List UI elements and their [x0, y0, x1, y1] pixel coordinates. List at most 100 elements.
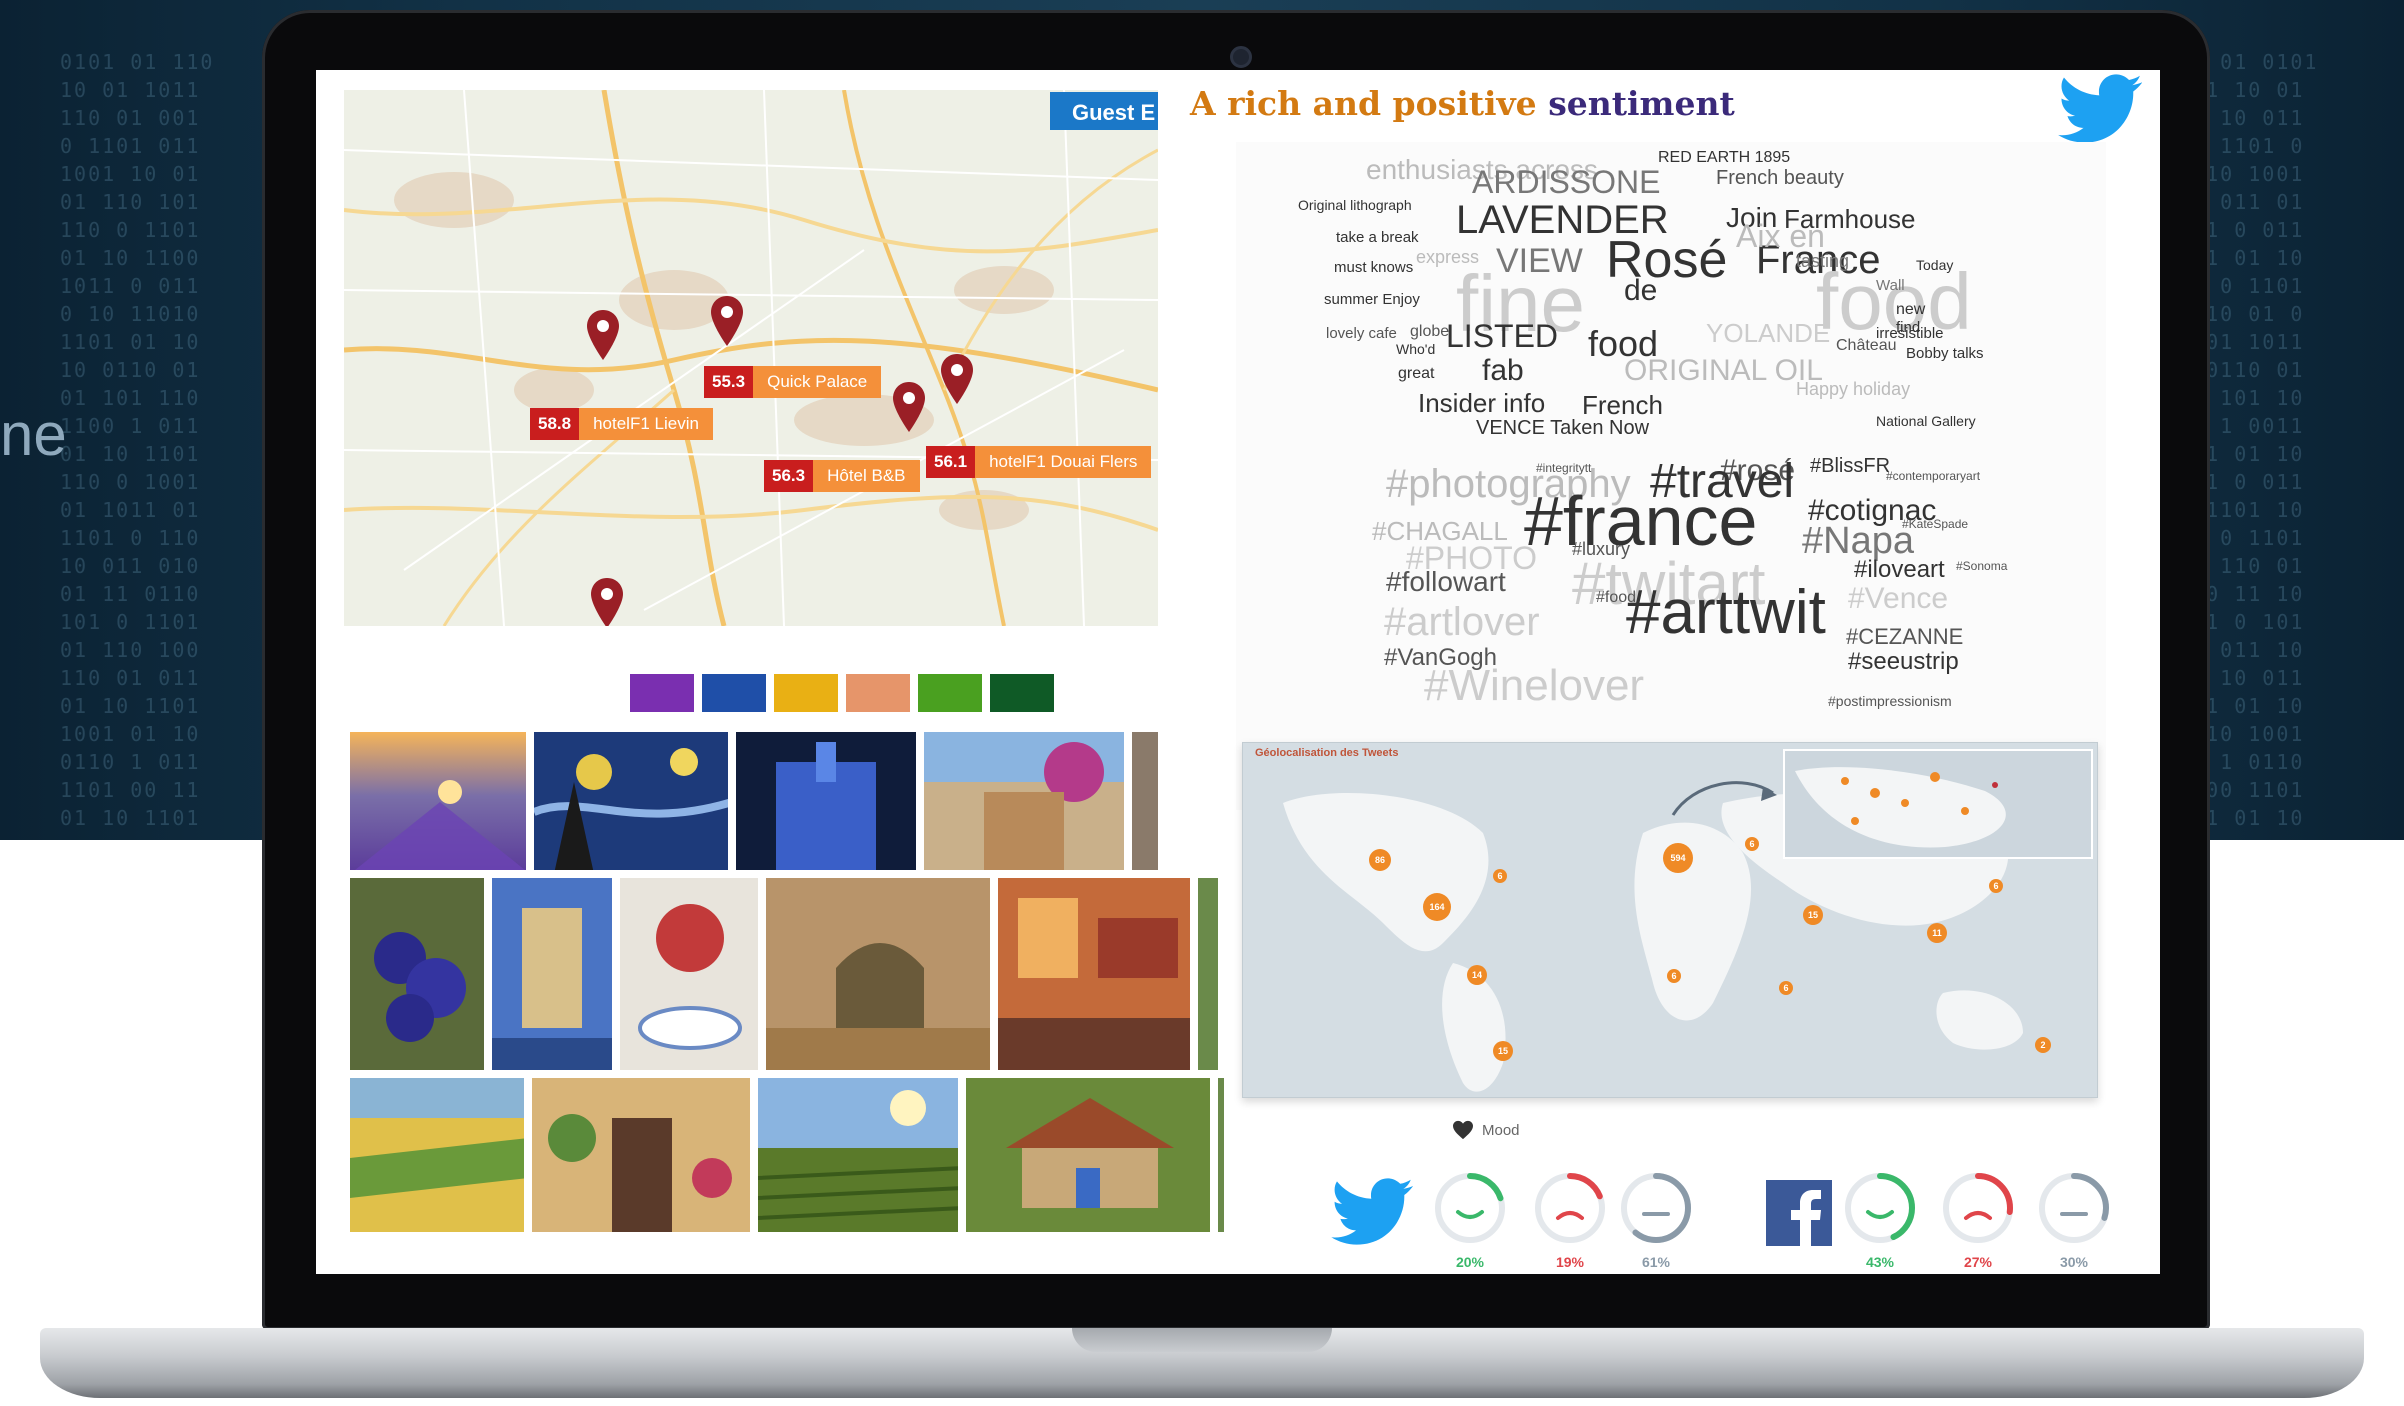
negative-mood-percent: 27%	[1963, 1254, 1993, 1270]
cloud-word: #Napa	[1802, 520, 1914, 562]
negative-mood-gauge[interactable]	[1938, 1168, 2018, 1248]
europe-inset-map[interactable]	[1783, 749, 2093, 859]
guest-button[interactable]: Guest E	[1050, 92, 1158, 130]
cloud-word: ARDISSONE	[1472, 164, 1661, 200]
sentiment-title: A rich and positive sentiment	[1190, 84, 1735, 123]
vineyard-sunset-photo[interactable]	[756, 1076, 960, 1234]
color-swatch[interactable]	[846, 674, 910, 712]
location-pin-icon[interactable]	[708, 294, 746, 348]
cloud-word: Original lithograph	[1298, 197, 1412, 213]
neutral-mood-gauge[interactable]	[2034, 1168, 2114, 1248]
stone-archway-photo[interactable]	[764, 876, 992, 1072]
cloud-word: #postimpressionism	[1828, 693, 1952, 709]
cloud-word: #integritytt	[1536, 461, 1592, 475]
cloud-word: Today	[1916, 257, 1954, 273]
cloud-word: #Sonoma	[1956, 559, 2008, 573]
cloud-word: must knows	[1334, 259, 1414, 276]
cloud-word: #KateSpade	[1902, 517, 1969, 531]
tweet-count-bubble[interactable]: 594	[1663, 843, 1693, 873]
color-swatch[interactable]	[702, 674, 766, 712]
tweet-geolocation-map[interactable]: Géolocalisation des Tweets 86 6 164 14 6…	[1242, 742, 2098, 1098]
twitter-bird-icon[interactable]	[2054, 74, 2146, 144]
positive-mood-gauge[interactable]	[1430, 1168, 1510, 1248]
negative-mood-gauge[interactable]	[1530, 1168, 1610, 1248]
stone-cottage-photo[interactable]	[964, 1076, 1212, 1234]
hotel-map[interactable]: Guest E 55.3 Quick Palace 58.8 hotelF1 L…	[344, 90, 1158, 626]
cloud-word: great	[1398, 365, 1435, 382]
hotel-price-tag[interactable]: 55.3 Quick Palace	[704, 366, 882, 398]
tweet-count-bubble[interactable]: 86	[1369, 849, 1391, 871]
location-pin-icon[interactable]	[588, 576, 626, 626]
tweet-count-bubble[interactable]: 6	[1493, 869, 1507, 883]
cloud-word: VENCE Taken Now	[1476, 417, 1650, 439]
grapes-photo[interactable]	[348, 876, 486, 1072]
color-palette	[630, 674, 1054, 712]
cloud-word: find	[1896, 319, 1921, 336]
tweet-count-bubble[interactable]: 6	[1989, 879, 2003, 893]
location-pin-icon[interactable]	[938, 352, 976, 406]
mood-label-text: Mood	[1482, 1121, 1520, 1139]
van-gogh-field-painting-photo[interactable]	[348, 1076, 526, 1234]
neutral-mood-percent: 61%	[1641, 1254, 1671, 1270]
table-setting-photo[interactable]	[618, 876, 760, 1072]
negative-mood-percent: 19%	[1555, 1254, 1585, 1270]
background-partial-text: ne	[0, 401, 67, 468]
color-swatch[interactable]	[774, 674, 838, 712]
cloud-word: #followart	[1386, 566, 1506, 597]
dashboard-screen: Guest E 55.3 Quick Palace 58.8 hotelF1 L…	[316, 70, 2160, 1274]
hotel-name: Hôtel B&B	[813, 460, 920, 492]
flower-doorway-photo[interactable]	[530, 1076, 752, 1234]
provence-poster-photo[interactable]	[490, 876, 614, 1072]
tweet-count-bubble[interactable]: 11	[1927, 923, 1947, 943]
village-street-photo[interactable]	[922, 730, 1126, 872]
terrace-cafe-photo[interactable]	[996, 876, 1192, 1072]
location-pin-icon[interactable]	[584, 308, 622, 362]
tweet-count-bubble[interactable]: 6	[1779, 981, 1793, 995]
partial-photo[interactable]	[1216, 1076, 1226, 1234]
cloud-word: ORIGINAL OIL	[1624, 354, 1823, 387]
neutral-mood-gauge[interactable]	[1616, 1168, 1696, 1248]
cloud-word: Insider info	[1418, 388, 1546, 418]
hotel-price-tag[interactable]: 56.3 Hôtel B&B	[764, 460, 920, 492]
positive-mood-gauge[interactable]	[1840, 1168, 1920, 1248]
tweet-count-bubble[interactable]: 2	[2035, 1037, 2051, 1053]
cloud-word: #BlissFR	[1810, 455, 1891, 477]
twitter-bird-icon[interactable]	[1330, 1178, 1414, 1246]
cloud-word: fab	[1482, 354, 1524, 387]
lavender-field-photo[interactable]	[348, 730, 528, 872]
map-roads	[344, 90, 1158, 626]
cloud-word: French	[1582, 390, 1663, 420]
positive-mood-percent: 20%	[1455, 1254, 1485, 1270]
hotel-name: hotelF1 Douai Flers	[975, 446, 1152, 478]
webcam-icon	[1230, 46, 1252, 68]
starry-night-painting-photo[interactable]	[532, 730, 730, 872]
cloud-word: French beauty	[1716, 167, 1844, 189]
partial-photo[interactable]	[1130, 730, 1160, 872]
hotel-price-tag[interactable]: 56.1 hotelF1 Douai Flers	[926, 446, 1152, 478]
location-pin-icon[interactable]	[890, 380, 928, 434]
hotel-price: 56.1	[926, 446, 976, 478]
tweet-count-bubble[interactable]: 15	[1493, 1041, 1513, 1061]
tweet-count-bubble[interactable]: 6	[1745, 837, 1759, 851]
tweet-count-bubble[interactable]: 14	[1467, 965, 1487, 985]
cloud-word: #artlover	[1384, 600, 1540, 644]
cloud-word: #iloveart	[1854, 556, 1945, 583]
color-swatch[interactable]	[990, 674, 1054, 712]
tweet-count-bubble[interactable]: 15	[1803, 905, 1823, 925]
partial-photo[interactable]	[1196, 876, 1220, 1072]
tweet-count-bubble[interactable]: 164	[1423, 893, 1451, 921]
hotel-price-tag[interactable]: 58.8 hotelF1 Lievin	[530, 408, 713, 440]
cloud-word: #contemporaryart	[1886, 469, 1981, 483]
color-swatch[interactable]	[630, 674, 694, 712]
cloud-word: lovely cafe	[1326, 325, 1397, 342]
hotel-price: 56.3	[764, 460, 814, 492]
mood-legend: Mood	[1452, 1120, 1520, 1140]
facebook-icon[interactable]	[1766, 1180, 1832, 1246]
color-swatch[interactable]	[918, 674, 982, 712]
cloud-word: #Winelover	[1424, 661, 1645, 710]
cloud-word: RED EARTH 1895	[1658, 149, 1791, 166]
tweet-count-bubble[interactable]: 6	[1667, 969, 1681, 983]
illuminated-cathedral-photo[interactable]	[734, 730, 918, 872]
cloud-word: tasting	[1796, 251, 1850, 271]
cloud-word: Wall	[1876, 277, 1905, 294]
